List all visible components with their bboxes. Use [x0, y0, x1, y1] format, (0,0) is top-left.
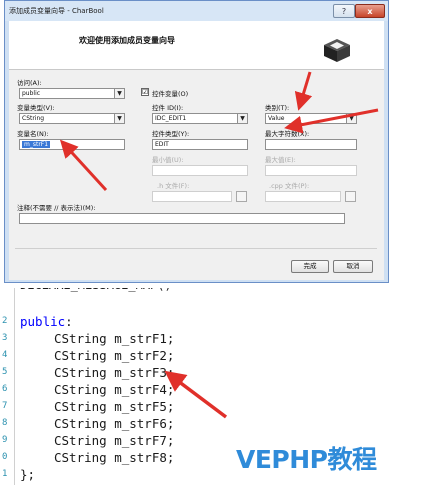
watermark: VEPHP教程: [236, 445, 377, 474]
arrow-to-var-name: [59, 139, 108, 192]
arrow-to-category: [294, 71, 313, 111]
arrow-to-category-select: [284, 108, 379, 134]
annotation-arrows: [59, 71, 379, 192]
arrow-to-member: [164, 370, 228, 419]
